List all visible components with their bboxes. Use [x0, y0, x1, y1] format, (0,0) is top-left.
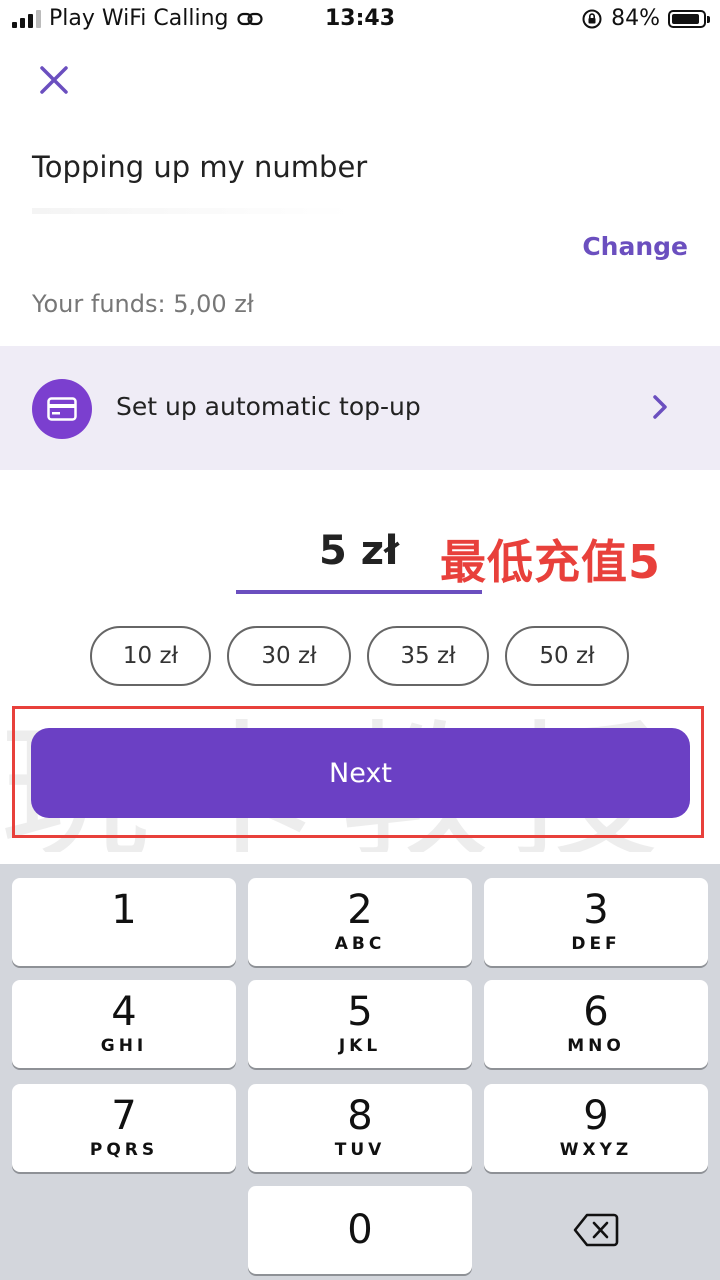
key-9[interactable]: 9 WXYZ [484, 1084, 708, 1172]
rotation-lock-icon [582, 9, 602, 28]
key-digit: 9 [583, 1093, 609, 1139]
status-bar: Play WiFi Calling 13:43 84% [0, 0, 720, 40]
page-title: Topping up my number [32, 150, 368, 184]
key-digit: 3 [583, 887, 609, 933]
key-letters: ABC [334, 934, 386, 954]
key-0[interactable]: 0 [248, 1186, 472, 1274]
numeric-keyboard: 1 2 ABC 3 DEF 4 GHI 5 JKL 6 MNO 7 PQRS 8… [0, 864, 720, 1280]
key-digit: 0 [347, 1207, 373, 1253]
key-letters: MNO [567, 1036, 625, 1056]
battery-icon [668, 9, 710, 28]
key-3[interactable]: 3 DEF [484, 878, 708, 966]
key-digit: 5 [347, 989, 373, 1035]
key-letters: DEF [571, 934, 621, 954]
annotation-text: 最低充值5 [440, 535, 662, 589]
key-letters: GHI [100, 1036, 148, 1056]
key-digit: 1 [111, 887, 137, 933]
key-8[interactable]: 8 TUV [248, 1084, 472, 1172]
key-7[interactable]: 7 PQRS [12, 1084, 236, 1172]
key-2[interactable]: 2 ABC [248, 878, 472, 966]
key-6[interactable]: 6 MNO [484, 980, 708, 1068]
key-letters: TUV [334, 1140, 386, 1160]
battery-percent: 84% [611, 6, 660, 31]
change-button[interactable]: Change [582, 232, 688, 261]
backspace-icon [573, 1213, 619, 1247]
key-5[interactable]: 5 JKL [248, 980, 472, 1068]
funds-label: Your funds: 5,00 zł [32, 290, 254, 318]
delete-key[interactable] [484, 1186, 708, 1274]
key-letters: PQRS [89, 1140, 159, 1160]
key-digit: 8 [347, 1093, 373, 1139]
card-icon [32, 379, 92, 439]
key-1[interactable]: 1 [12, 878, 236, 966]
key-letters: WXYZ [559, 1140, 633, 1160]
status-right: 84% [581, 6, 710, 31]
key-letters: JKL [338, 1036, 382, 1056]
chevron-right-icon [653, 395, 667, 419]
key-digit: 6 [583, 989, 609, 1035]
auto-topup-label: Set up automatic top-up [116, 392, 421, 421]
key-digit: 2 [347, 887, 373, 933]
close-icon[interactable] [36, 62, 72, 98]
auto-topup-row[interactable]: Set up automatic top-up [0, 346, 720, 470]
key-digit: 4 [111, 989, 137, 1035]
divider [32, 208, 352, 214]
key-digit: 7 [111, 1093, 137, 1139]
next-button[interactable]: Next [31, 728, 690, 818]
key-4[interactable]: 4 GHI [12, 980, 236, 1068]
